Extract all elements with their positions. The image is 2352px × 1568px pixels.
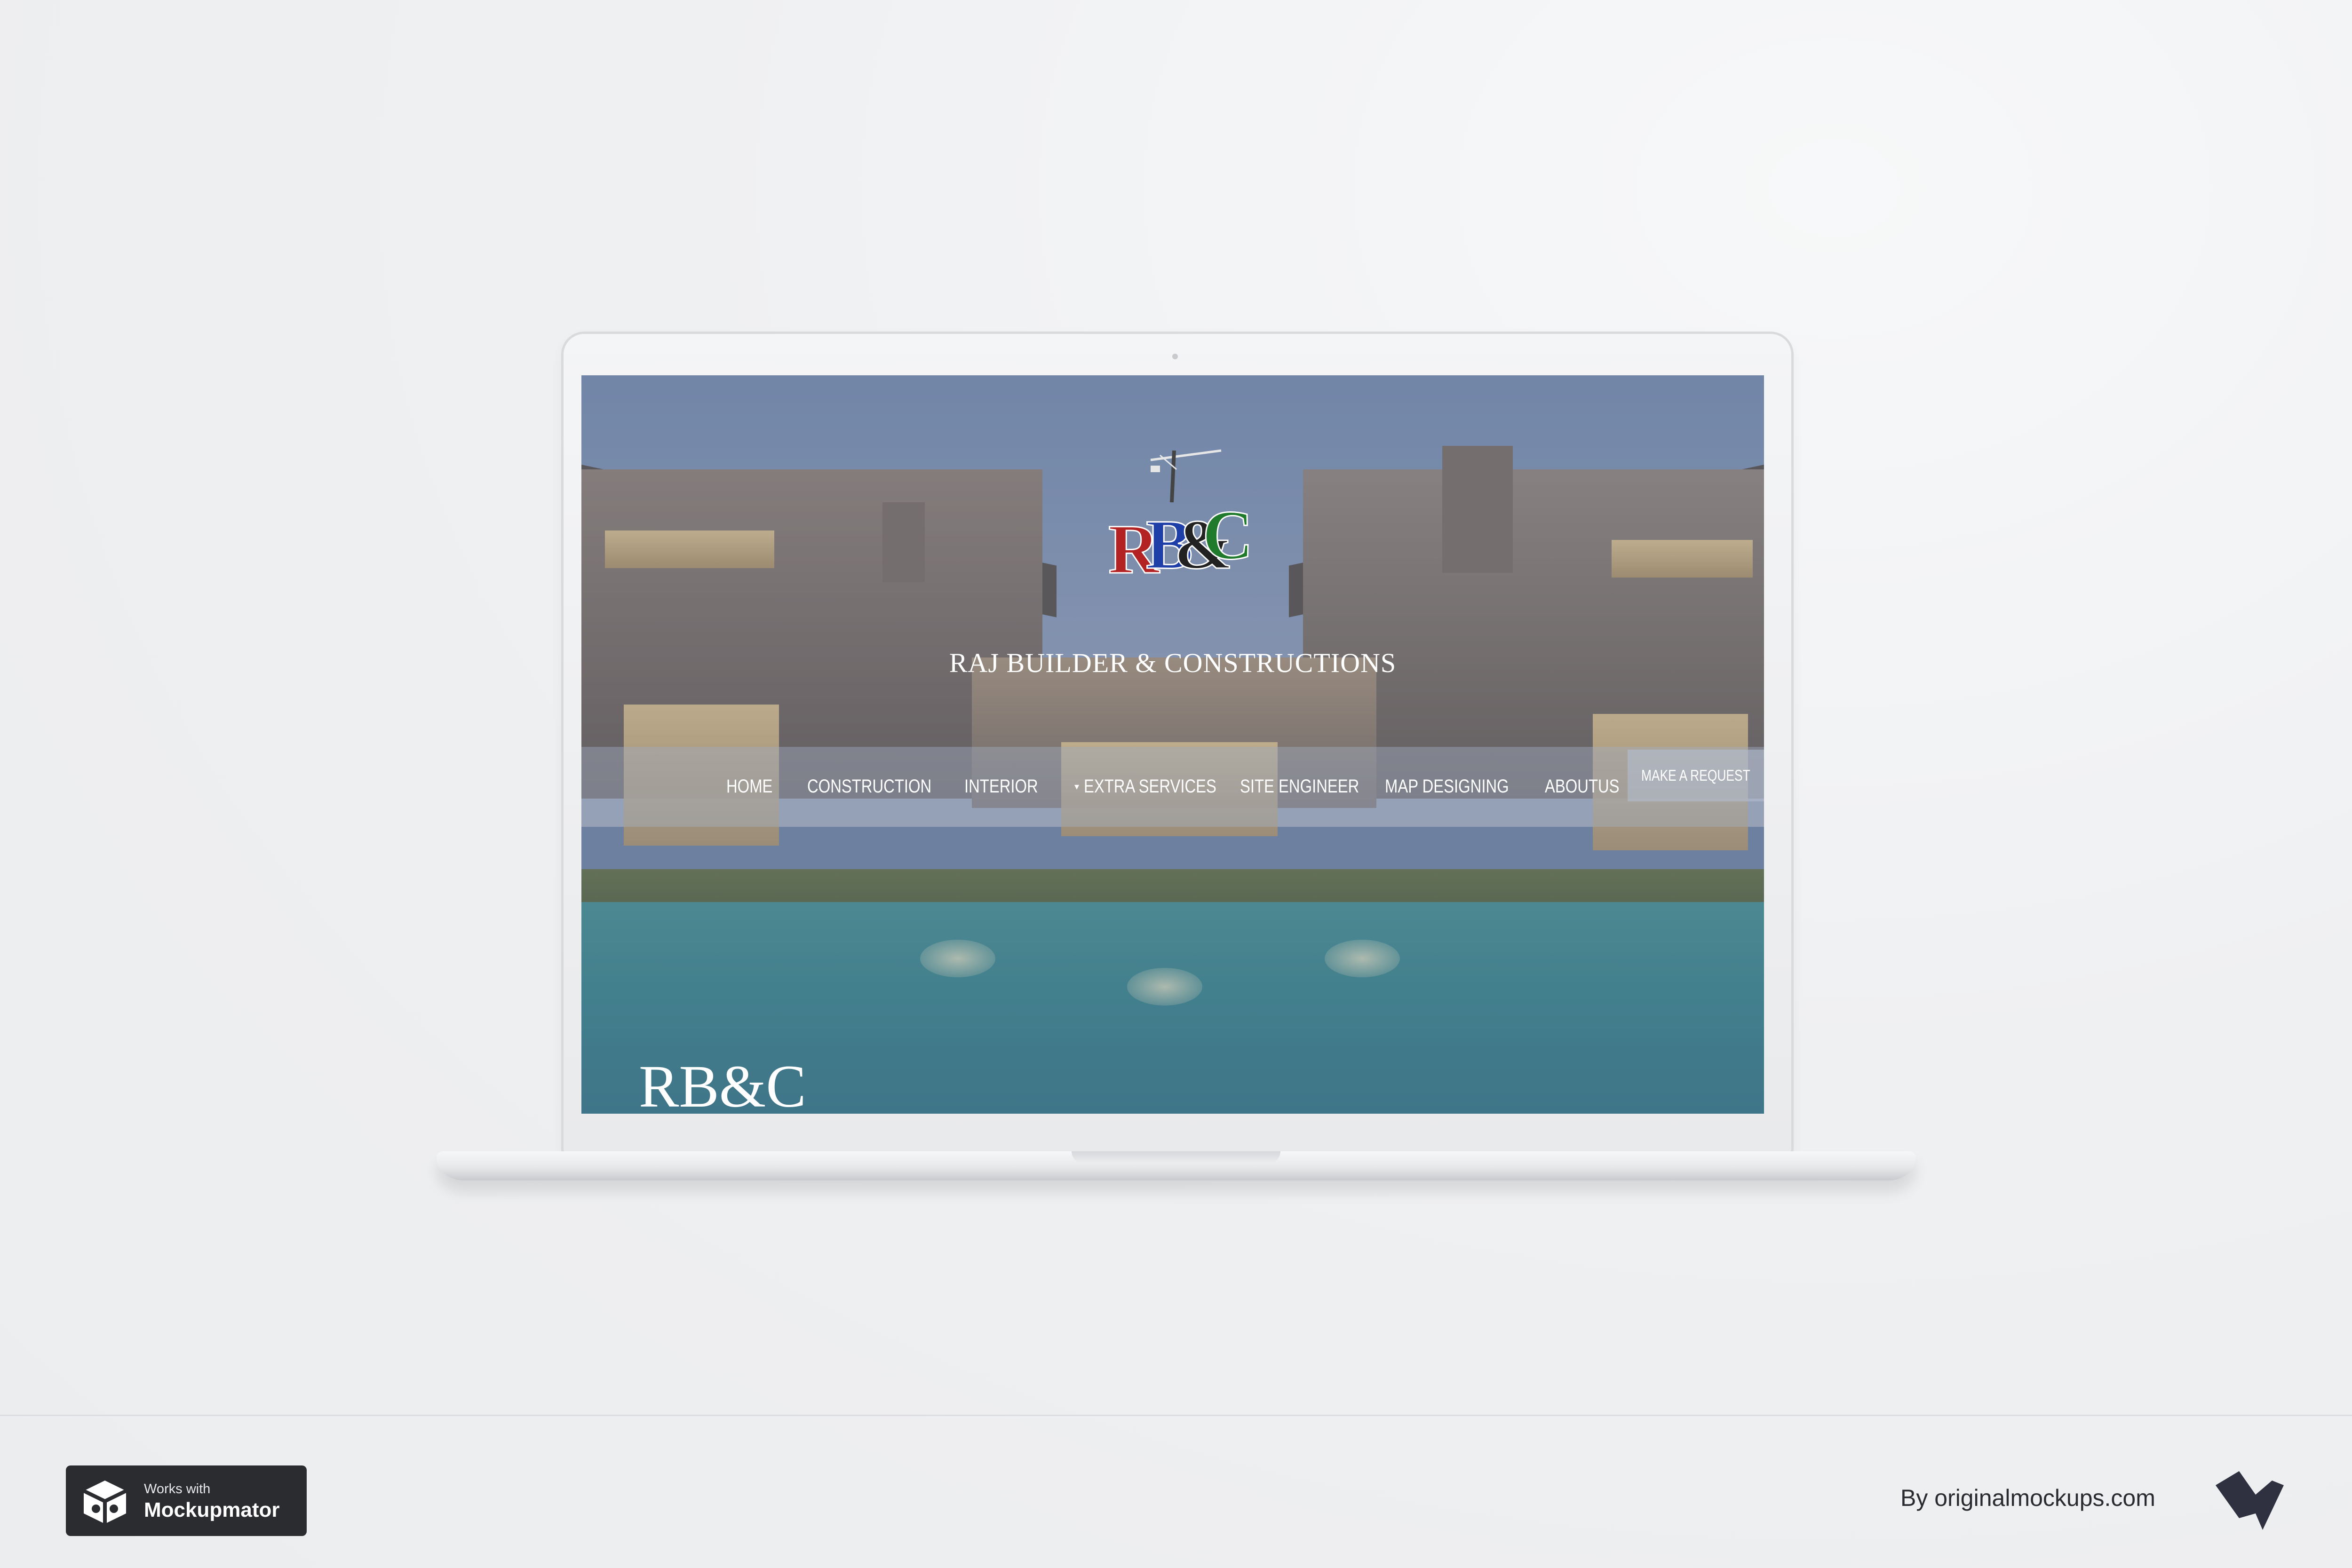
svg-text:C: C [1202,496,1253,574]
credit-link[interactable]: By originalmockups.com [1900,1484,2155,1512]
nav-site-engineer[interactable]: SITE ENGINEER [1240,776,1359,797]
crane-icon [1150,449,1222,503]
nav-about-us[interactable]: ABOUTUS [1545,776,1620,797]
box-icon [83,1481,127,1524]
site-title: RAJ BUILDER & CONSTRUCTIONS [949,648,1397,678]
hero-brand-text: RB&C [639,1053,806,1114]
footer-divider [0,1415,2352,1416]
nav-home[interactable]: HOME [726,776,772,797]
nav-extra-services[interactable]: EXTRA SERVICES [1084,776,1216,797]
nav-map-designing[interactable]: MAP DESIGNING [1385,776,1509,797]
mockup-canvas: R B & C RAJ BUILDER & CONSTRUCTIONS HOME… [0,0,2352,1568]
camera-dot [1172,354,1178,359]
originalmockups-logo-icon [2216,1471,2284,1530]
make-request-button[interactable]: MAKE A REQUEST [1628,750,1764,801]
badge-title: Mockupmator [144,1498,280,1521]
nav-interior[interactable]: INTERIOR [964,776,1038,797]
badge-caption: Works with [144,1481,211,1497]
logo-letters-icon: R B & C [1108,496,1254,589]
nav-construction[interactable]: CONSTRUCTION [807,776,931,797]
make-request-label: MAKE A REQUEST [1641,767,1750,784]
mockupmator-badge[interactable]: Works with Mockupmator [66,1465,307,1536]
rbc-logo[interactable]: R B & C [1094,441,1254,601]
dropdown-caret-icon: ▾ [1074,782,1080,792]
laptop-notch [1072,1151,1280,1164]
laptop-screen: R B & C RAJ BUILDER & CONSTRUCTIONS HOME… [581,375,1764,1114]
